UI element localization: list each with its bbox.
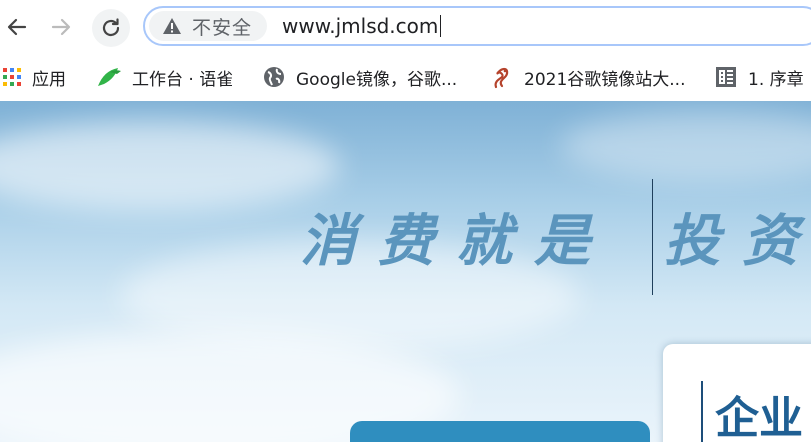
panel-accent-bar: [701, 381, 703, 442]
bookmark-mirror-sites[interactable]: 2021谷歌镜像站大...: [490, 62, 685, 92]
enterprise-panel: 企业: [663, 344, 811, 442]
warning-triangle-icon: [162, 17, 182, 35]
arrow-left-icon: [7, 18, 27, 36]
reload-button[interactable]: [92, 9, 130, 47]
dragon-icon: [490, 65, 514, 89]
browser-toolbar: 不安全 www.jmlsd.com: [0, 0, 811, 56]
back-button[interactable]: [0, 10, 34, 44]
security-chip[interactable]: 不安全: [149, 11, 267, 41]
book-icon: [714, 65, 738, 89]
cloud-decoration: [560, 111, 811, 181]
forward-button[interactable]: [44, 10, 78, 44]
slogan-right: 投资: [664, 208, 811, 274]
bookmark-apps[interactable]: 应用: [2, 62, 66, 92]
bookmark-yuque[interactable]: 工作台 · 语雀: [96, 62, 233, 92]
apps-grid-icon: [2, 67, 22, 87]
url-text: www.jmlsd.com: [282, 14, 439, 38]
globe-icon: [262, 65, 286, 89]
reload-icon: [102, 18, 120, 37]
bookmark-google-mirror[interactable]: Google镜像，谷歌...: [262, 62, 457, 92]
text-caret: [440, 15, 442, 37]
panel-title: 企业: [715, 393, 803, 442]
yuque-bird-icon: [96, 66, 122, 88]
blue-tab-shape: [350, 421, 650, 442]
url-input[interactable]: www.jmlsd.com: [282, 14, 442, 38]
address-bar[interactable]: 不安全 www.jmlsd.com: [143, 6, 811, 46]
bookmark-chapter[interactable]: 1. 序章: [714, 62, 804, 92]
slogan-left: 消费就是: [300, 208, 612, 274]
bookmark-label: 2021谷歌镜像站大...: [524, 69, 686, 90]
bookmark-label: 1. 序章: [748, 69, 804, 90]
security-label: 不安全: [192, 16, 253, 39]
bookmarks-bar: 应用 工作台 · 语雀 Google镜像，谷歌... 2021谷歌镜像站大...: [0, 56, 811, 100]
hero-banner: 消费就是 投资 企业: [0, 101, 811, 442]
bookmark-label: Google镜像，谷歌...: [296, 69, 458, 90]
arrow-right-icon: [51, 18, 71, 36]
slogan-divider: [652, 179, 653, 295]
bookmark-label: 工作台 · 语雀: [132, 69, 234, 90]
cloud-decoration: [0, 121, 340, 211]
bookmark-label: 应用: [32, 69, 66, 90]
